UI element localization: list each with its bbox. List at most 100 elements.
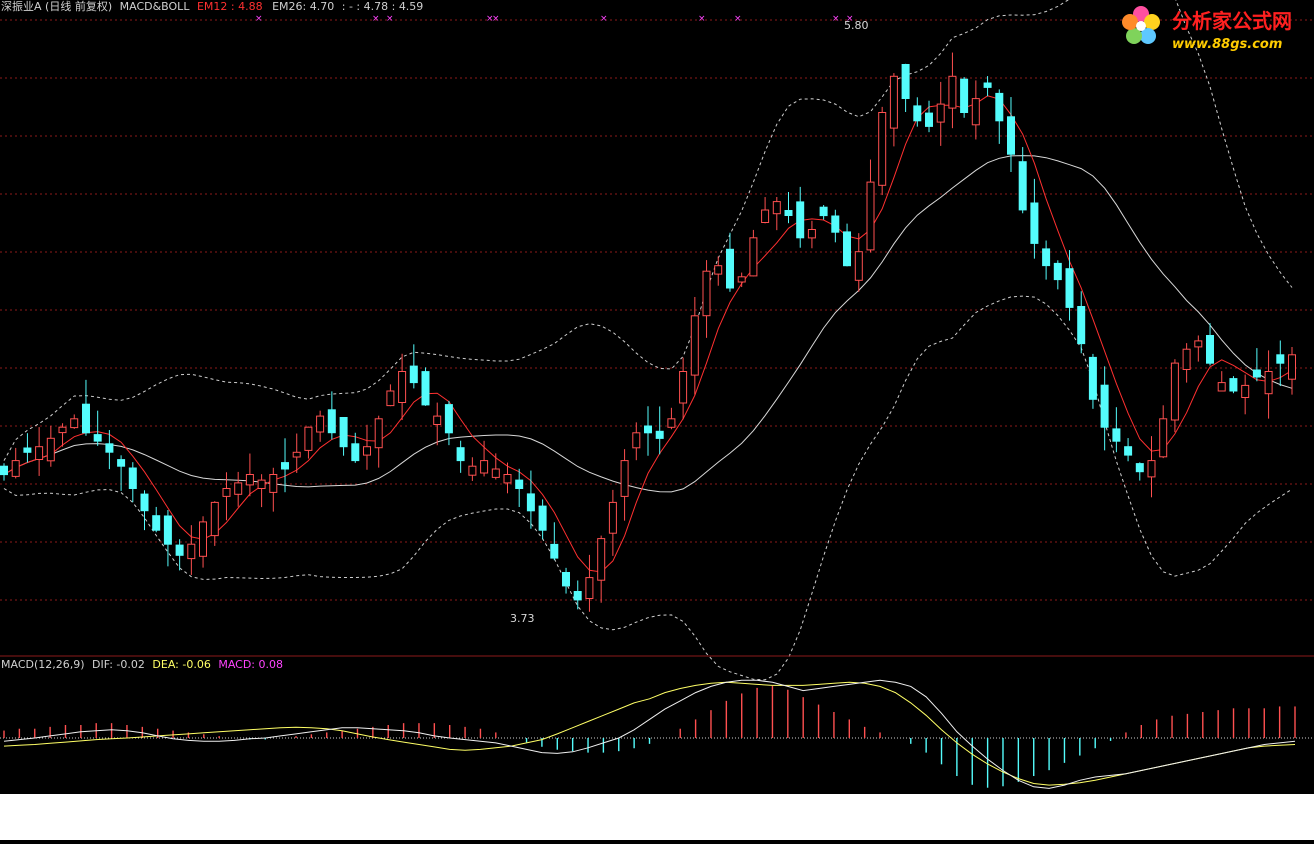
candle-up xyxy=(58,426,67,434)
boll-values: : - : 4.78 : 4.59 xyxy=(342,0,424,13)
candle-down xyxy=(655,430,664,439)
candle-up xyxy=(480,460,489,474)
candle-down xyxy=(1018,161,1027,211)
candle-up xyxy=(761,209,770,223)
candle-down xyxy=(562,572,570,587)
macd-title: MACD(12,26,9) xyxy=(1,658,85,671)
candle-down xyxy=(175,544,184,556)
candle-up xyxy=(257,479,266,490)
candle-down xyxy=(82,403,90,434)
header-main: 深振业A (日线 前复权) MACD&BOLL EM12 : 4.88 EM26… xyxy=(1,0,423,13)
candle-down xyxy=(1112,428,1121,442)
candle-up xyxy=(608,501,617,534)
candle-up xyxy=(889,75,898,129)
candle-up xyxy=(854,251,863,281)
em12-value: : 4.88 xyxy=(231,0,263,13)
em12-label: EM12 xyxy=(197,0,227,13)
candle-down xyxy=(538,505,547,531)
stock-chart: × × × ×× × × × × × 深振业A (日线 前复权) MACD&BOLL EM12 … xyxy=(0,0,1314,840)
candle-up xyxy=(1288,354,1296,380)
candle-up xyxy=(714,265,723,275)
candle-up xyxy=(187,543,196,560)
candle-down xyxy=(1007,116,1015,155)
candle-down xyxy=(128,467,137,489)
candle-up xyxy=(737,276,746,283)
chart-stage: × × × × × × × × × × 深振业A (日线 前复权) MACD&BOLL EM12 … xyxy=(0,0,1314,840)
watermark-url: www.88gs.com xyxy=(1172,37,1282,52)
candle-up xyxy=(11,460,20,477)
candle-down xyxy=(550,543,559,559)
candle-up xyxy=(35,446,44,461)
candle-down xyxy=(1065,268,1074,308)
candle-up xyxy=(1159,418,1168,458)
candle-down xyxy=(23,447,32,453)
candle-down xyxy=(1229,378,1238,392)
candle-down xyxy=(1053,262,1062,281)
signal-marker: × xyxy=(698,14,706,24)
dea-text: DEA: -0.06 xyxy=(152,658,210,671)
candle-down xyxy=(796,201,805,239)
candle-down xyxy=(327,409,336,434)
candle-up xyxy=(503,474,512,484)
candle-down xyxy=(140,493,149,512)
candle-up xyxy=(210,501,219,537)
candle-up xyxy=(866,181,875,251)
candle-up xyxy=(1182,348,1191,371)
candle-up xyxy=(433,415,442,426)
candle-up xyxy=(304,426,313,451)
candle-up xyxy=(971,98,980,126)
candle-up xyxy=(363,446,371,456)
candle-up xyxy=(316,415,325,433)
candle-down xyxy=(456,447,465,462)
candle-down xyxy=(995,92,1004,122)
candle-up xyxy=(690,315,699,376)
candle-up xyxy=(386,390,395,407)
candle-down xyxy=(819,206,828,217)
candle-up xyxy=(374,418,383,449)
candle-down xyxy=(526,493,535,512)
candle-up xyxy=(70,418,79,429)
candle-down xyxy=(351,443,360,462)
signal-marker: × xyxy=(386,14,394,24)
bottom-strip xyxy=(0,794,1314,840)
candle-down xyxy=(1077,306,1086,345)
candle-down xyxy=(960,78,969,113)
candle-up xyxy=(222,488,231,497)
candle-down xyxy=(784,210,793,216)
candle-up xyxy=(585,577,594,599)
candle-up xyxy=(1147,460,1156,478)
candle-down xyxy=(1276,354,1285,364)
candle-down xyxy=(644,425,652,434)
candle-down xyxy=(409,365,418,384)
signal-marker: × xyxy=(832,14,840,24)
dif-text: DIF: -0.02 xyxy=(92,658,145,671)
candle-down xyxy=(573,591,582,601)
indicator-label: MACD&BOLL xyxy=(120,0,191,13)
candle-up xyxy=(491,468,500,478)
candle-down xyxy=(117,459,126,467)
candle-up xyxy=(807,229,816,239)
low-price-label: 3.73 xyxy=(510,612,535,625)
high-price-label: 5.80 xyxy=(844,19,869,32)
candle-down xyxy=(1088,356,1097,400)
candle-down xyxy=(843,231,851,267)
candle-up xyxy=(597,538,606,581)
candle-down xyxy=(901,64,910,99)
candle-up xyxy=(749,237,758,277)
signal-marker: × xyxy=(372,14,380,24)
candle-down xyxy=(105,443,114,453)
candle-down xyxy=(515,479,524,490)
candle-down xyxy=(339,417,348,448)
candle-up xyxy=(398,371,407,403)
signal-marker: × xyxy=(600,14,608,24)
candle-down xyxy=(93,434,102,442)
candle-up xyxy=(679,371,688,404)
candle-down xyxy=(925,112,933,127)
candle-down xyxy=(1135,463,1144,473)
candle-up xyxy=(269,474,278,493)
signal-marker: × xyxy=(255,14,263,24)
candle-down xyxy=(1030,202,1039,244)
candle-up xyxy=(878,112,887,186)
candle-up xyxy=(667,418,676,428)
candle-up xyxy=(936,103,945,123)
